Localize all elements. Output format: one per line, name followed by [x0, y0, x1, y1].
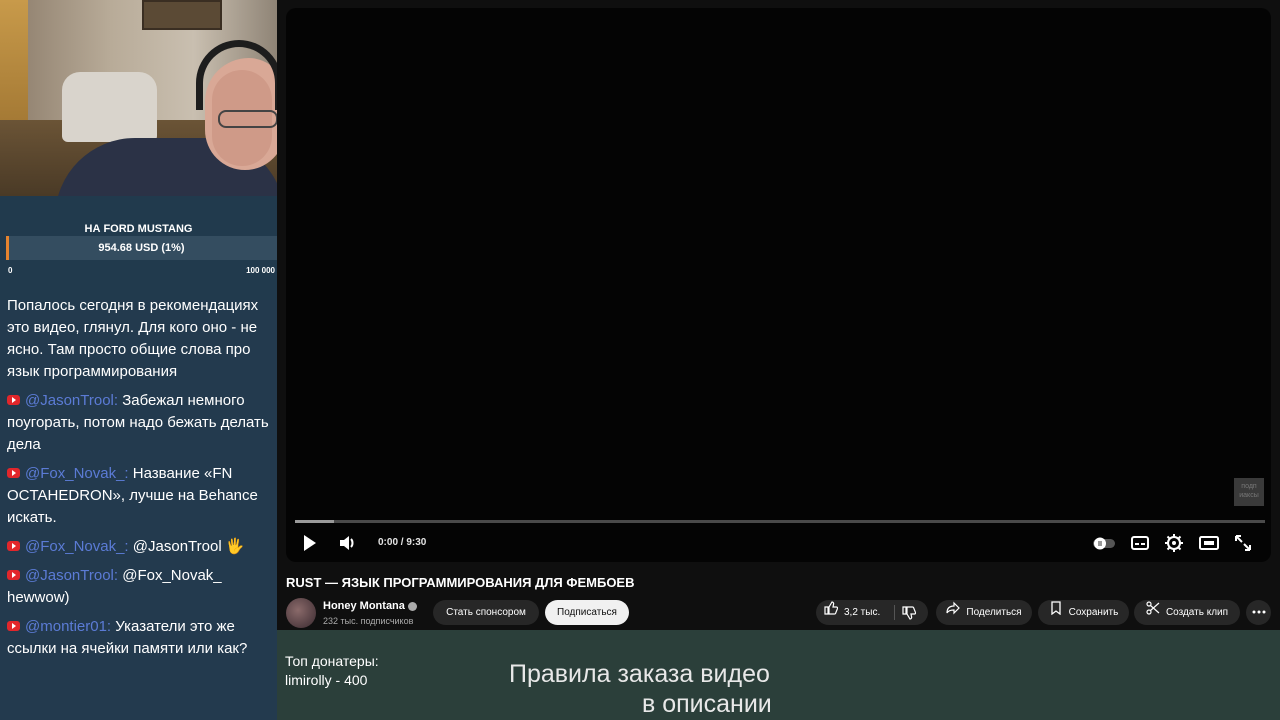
youtube-icon: [7, 621, 20, 631]
share-button[interactable]: Поделиться: [936, 600, 1032, 625]
chat-author: @Fox_Novak_:: [25, 538, 129, 555]
chat-author: @JasonTrool:: [25, 567, 119, 584]
chat-author: @Fox_Novak_:: [25, 465, 129, 482]
dislike-icon[interactable]: [902, 601, 917, 626]
chat-message: @JasonTrool: @Fox_Novak_ hewwow): [7, 565, 269, 609]
theater-mode-icon[interactable]: [1198, 532, 1220, 554]
more-actions-icon[interactable]: [1246, 600, 1271, 625]
subscriber-count: 232 тыс. подписчиков: [323, 616, 414, 626]
like-dislike-group: 3,2 тыс.: [816, 600, 928, 625]
autoplay-toggle-icon[interactable]: [1092, 532, 1115, 554]
webcam-feed: [0, 0, 277, 196]
save-label: Сохранить: [1068, 607, 1119, 619]
save-bookmark-icon: [1049, 600, 1063, 625]
sponsor-button[interactable]: Стать спонсором: [433, 600, 539, 625]
goal-min: 0: [8, 266, 13, 275]
top-donor: limirolly - 400: [285, 672, 368, 688]
goal-progress-bar: 954.68 USD (1%): [6, 236, 277, 260]
youtube-page: [277, 0, 1280, 720]
chat-message: Попалось сегодня в рекомендациях это вид…: [7, 300, 269, 383]
chat-message-text: @JasonTrool 🖐: [128, 538, 245, 555]
progress-fill: [295, 520, 334, 523]
volume-icon[interactable]: [337, 532, 359, 554]
goal-max: 100 000: [246, 266, 275, 275]
stream-overlay-left: НА FORD MUSTANG 954.68 USD (1%) 0 100 00…: [0, 0, 277, 720]
sponsor-button-label: Стать спонсором: [446, 607, 526, 618]
youtube-icon: [7, 395, 20, 405]
chat-message: @Fox_Novak_: @JasonTrool 🖐: [7, 536, 269, 558]
youtube-icon: [7, 541, 20, 551]
like-count: 3,2 тыс.: [844, 607, 881, 619]
settings-gear-icon[interactable]: [1163, 532, 1185, 554]
scissors-icon: [1146, 600, 1160, 625]
stream-bottom-overlay: [277, 630, 1280, 720]
corner-watermark: подп иаксы: [1234, 478, 1264, 506]
time-display: 0:00 / 9:30: [378, 537, 427, 548]
play-icon[interactable]: [304, 535, 316, 551]
goal-amount: 954.68 USD (1%): [98, 242, 185, 254]
chat-message: @montier01: Указатели это же ссылки на я…: [7, 616, 269, 660]
video-player[interactable]: [286, 8, 1271, 562]
donation-goal: НА FORD MUSTANG 954.68 USD (1%) 0 100 00…: [0, 196, 277, 300]
channel-name[interactable]: Honey Montana: [323, 600, 405, 612]
top-donors-label: Топ донатеры:: [285, 653, 379, 669]
progress-bar[interactable]: [295, 520, 1265, 523]
fullscreen-icon[interactable]: [1232, 532, 1254, 554]
clip-label: Создать клип: [1165, 607, 1229, 619]
youtube-icon: [7, 570, 20, 580]
chat-message-text: Попалось сегодня в рекомендациях это вид…: [7, 300, 259, 380]
chat-author: @montier01:: [25, 618, 112, 635]
chat-message: @Fox_Novak_: Название «FN OCTAHEDRON», л…: [7, 463, 269, 529]
video-title: RUST — ЯЗЫК ПРОГРАММИРОВАНИЯ ДЛЯ ФЕМБОЕВ: [286, 575, 635, 590]
clip-button[interactable]: Создать клип: [1134, 600, 1240, 625]
chat-message: @JasonTrool: Забежал немного поугорать, …: [7, 390, 269, 456]
share-icon: [946, 600, 961, 625]
youtube-icon: [7, 468, 20, 478]
channel-avatar[interactable]: [286, 598, 316, 628]
verified-icon: [408, 602, 417, 611]
subscribe-button-label: Подписаться: [557, 607, 617, 618]
save-button[interactable]: Сохранить: [1038, 600, 1129, 625]
share-label: Поделиться: [966, 607, 1022, 619]
like-icon[interactable]: [824, 600, 839, 625]
rules-text-line1: Правила заказа видео: [509, 660, 770, 688]
chat-author: @JasonTrool:: [25, 392, 119, 409]
chat-panel: Попалось сегодня в рекомендациях это вид…: [0, 300, 277, 720]
like-divider: [894, 605, 895, 620]
subtitles-icon[interactable]: [1129, 532, 1151, 554]
subscribe-button[interactable]: Подписаться: [545, 600, 629, 625]
goal-title: НА FORD MUSTANG: [84, 223, 193, 235]
rules-text-line2: в описании: [642, 690, 772, 718]
